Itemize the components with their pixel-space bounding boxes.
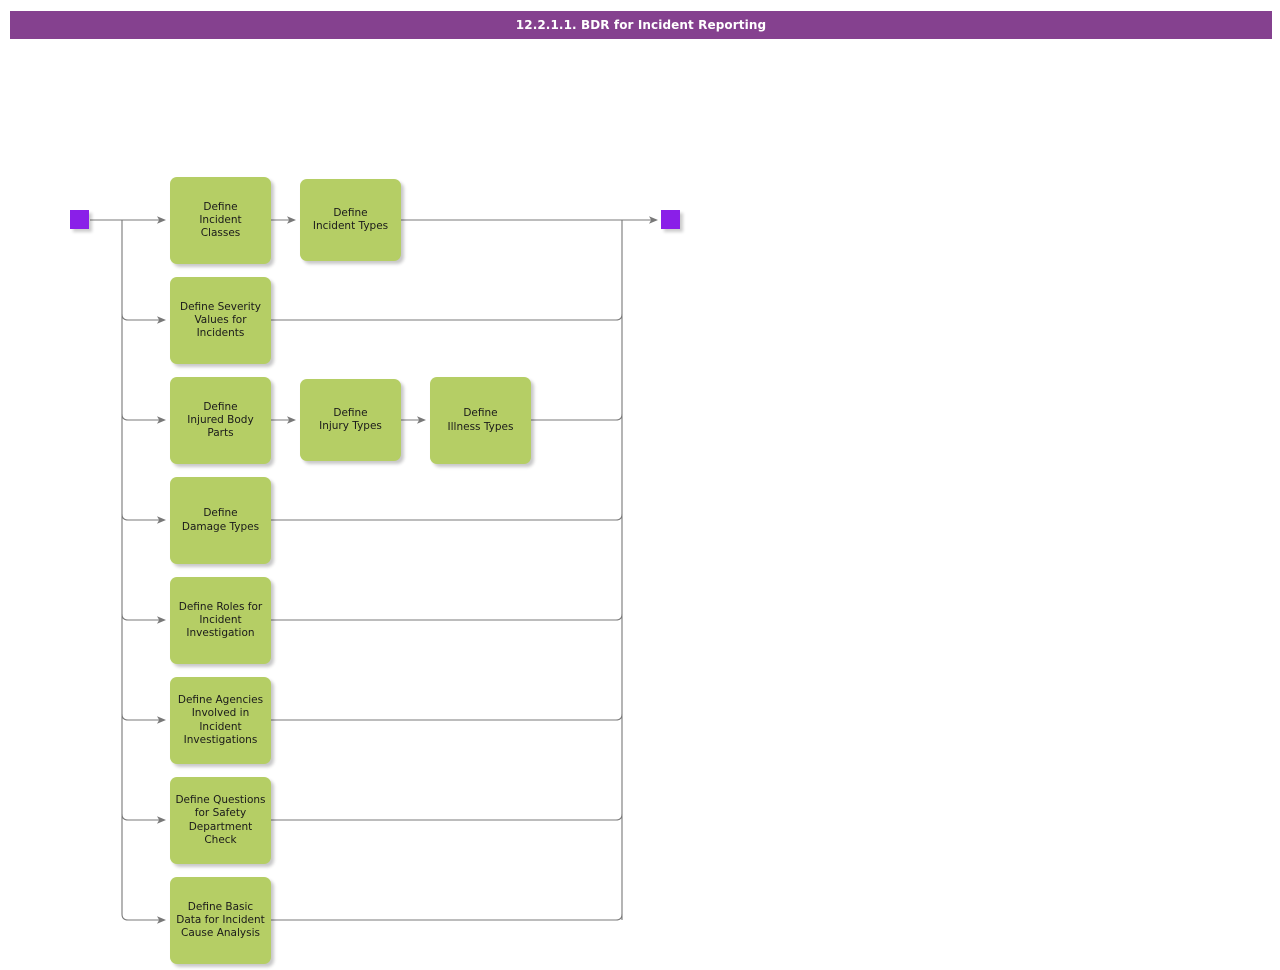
node-label: Define Injured Body Parts	[187, 400, 254, 440]
connector-branch-row3	[121, 413, 166, 424]
node-label: Define Illness Types	[447, 407, 514, 433]
connector-branch-row5	[121, 613, 166, 624]
connector-row3-to-right-bus	[531, 413, 623, 421]
node-label: Define Basic Data for Incident Cause Ana…	[176, 900, 265, 940]
diagram-canvas: Define Incident Classes Define Incident …	[0, 0, 1280, 970]
end-terminal[interactable]	[661, 210, 680, 229]
connector-row8-to-right-bus	[271, 913, 623, 921]
node-label: Define Severity Values for Incidents	[180, 300, 261, 340]
node-label: Define Incident Classes	[199, 200, 242, 240]
node-define-incident-types[interactable]: Define Incident Types	[300, 179, 401, 261]
node-define-injury-types[interactable]: Define Injury Types	[300, 379, 401, 461]
node-label: Define Damage Types	[181, 507, 260, 533]
node-define-damage-types[interactable]: Define Damage Types	[170, 477, 271, 564]
node-label: Define Agencies Involved in Incident Inv…	[177, 694, 264, 746]
node-define-roles-for-incident-investigation[interactable]: Define Roles for Incident Investigation	[170, 577, 271, 664]
node-define-incident-classes[interactable]: Define Incident Classes	[170, 177, 271, 264]
node-define-illness-types[interactable]: Define Illness Types	[430, 377, 531, 464]
node-label: Define Questions for Safety Department C…	[175, 794, 266, 846]
start-terminal[interactable]	[70, 210, 89, 229]
node-define-questions-for-safety-department-check[interactable]: Define Questions for Safety Department C…	[170, 777, 271, 864]
connector-row4-to-right-bus	[271, 513, 623, 521]
node-define-agencies-involved-in-incident-investigations[interactable]: Define Agencies Involved in Incident Inv…	[170, 677, 271, 764]
connector-branch-row4	[121, 513, 166, 524]
connector-row2-to-right-bus	[271, 313, 623, 321]
connector-row7-to-right-bus	[271, 813, 623, 821]
left-bus	[121, 220, 129, 921]
node-label: Define Injury Types	[319, 406, 382, 432]
connector-branch-row2	[121, 313, 166, 324]
node-define-basic-data-for-incident-cause-analysis[interactable]: Define Basic Data for Incident Cause Ana…	[170, 877, 271, 964]
connector-row5-to-right-bus	[271, 613, 623, 621]
node-label: Define Incident Types	[312, 206, 389, 232]
connector-branch-row6	[121, 713, 166, 724]
node-label: Define Roles for Incident Investigation	[178, 600, 263, 640]
connector-row6-to-right-bus	[271, 713, 623, 721]
connector-branch-row7	[121, 813, 166, 824]
node-define-injured-body-parts[interactable]: Define Injured Body Parts	[170, 377, 271, 464]
node-define-severity-values-for-incidents[interactable]: Define Severity Values for Incidents	[170, 277, 271, 364]
